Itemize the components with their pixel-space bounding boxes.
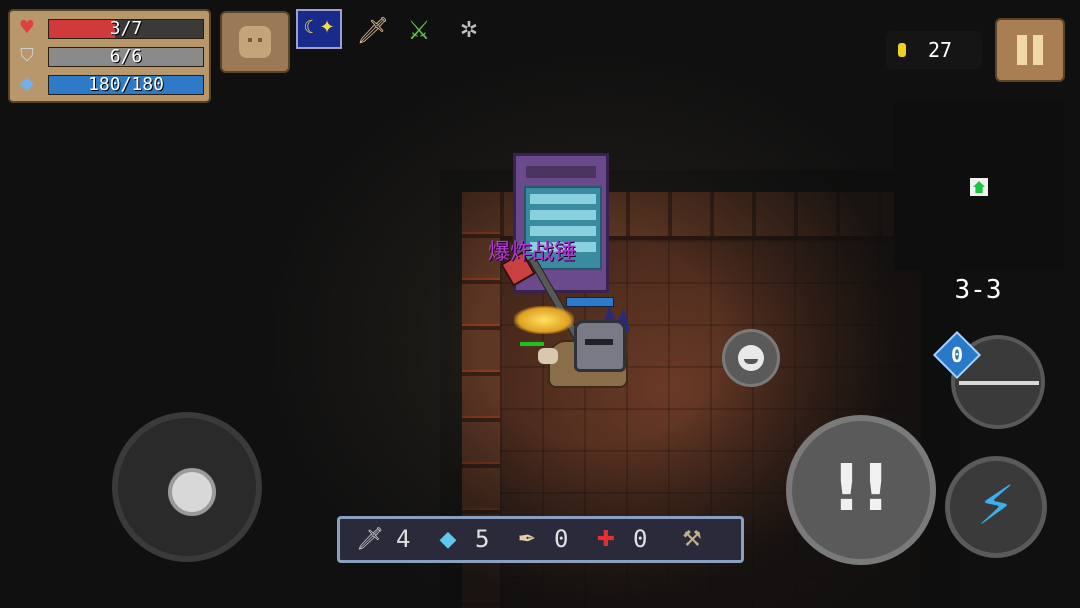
- inventory-count: 0: [633, 525, 648, 553]
- spider-buff-icon: ✲: [459, 18, 479, 43]
- stats-panel: ♥ 3/7 ⛉ 6/6 ◆ 180/180: [8, 9, 211, 103]
- health-bar: 3/7: [48, 19, 204, 39]
- energy-row: ◆ 180/180: [16, 73, 204, 95]
- coin-value: 27: [928, 38, 953, 62]
- armor-value: 6/6: [109, 46, 143, 67]
- attack-icon: !!: [831, 452, 891, 526]
- skill-button[interactable]: ⚡: [945, 456, 1047, 558]
- current-room-icon: [970, 178, 988, 196]
- night-buff-icon: ☾✦: [296, 9, 342, 49]
- pet-health-bar: [520, 342, 544, 346]
- arrow-icon: [959, 381, 1039, 385]
- smile-icon: [738, 345, 764, 371]
- armor-row: ⛉ 6/6: [16, 45, 204, 67]
- attack-button[interactable]: !!: [786, 415, 936, 565]
- explosion-effect: [514, 306, 574, 334]
- health-value: 3/7: [109, 18, 143, 39]
- coin-icon: [898, 43, 906, 57]
- weapon-name-label: 爆炸战锤: [488, 240, 577, 265]
- inventory-slot-sword: 🗡 4: [356, 519, 426, 560]
- character-face-icon: [239, 26, 271, 58]
- player-energy-bar: [566, 297, 614, 307]
- vending-coin-slot: [526, 166, 596, 178]
- inventory-count: 0: [554, 525, 569, 553]
- inventory-slot-feather: ✒ 0: [514, 519, 584, 560]
- feather-icon: ✒: [517, 527, 537, 552]
- inventory-slot-gem: ◆ 5: [435, 519, 505, 560]
- level-indicator: 3-3: [954, 275, 1002, 305]
- lightning-icon: ⚡: [977, 474, 1015, 537]
- shield-icon: ⛉: [20, 45, 34, 66]
- character-button[interactable]: [220, 11, 290, 73]
- minimap[interactable]: [894, 102, 1063, 270]
- axe-icon: ⚒: [682, 527, 702, 552]
- health-row: ♥ 3/7: [16, 17, 204, 39]
- diamond-icon: ◆: [20, 73, 34, 94]
- sword-icon: 🗡: [356, 527, 384, 552]
- pause-button[interactable]: [995, 18, 1065, 82]
- coin-counter: 27: [886, 31, 982, 69]
- emote-button[interactable]: [722, 329, 780, 387]
- energy-bar: 180/180: [48, 75, 204, 95]
- heart-icon: ♥: [18, 17, 36, 38]
- energy-value: 180/180: [88, 74, 164, 95]
- armor-bar: 6/6: [48, 47, 204, 67]
- inventory-slot-axe: ⚒: [672, 519, 732, 560]
- medkit-icon: ✚: [596, 527, 616, 552]
- sword-fist-buff-icon: 🗡: [356, 16, 390, 46]
- knight-player: [574, 320, 626, 372]
- diamond-icon: ◆: [439, 527, 457, 552]
- inventory-bar: 🗡 4 ◆ 5 ✒ 0 ✚ 0 ⚒: [337, 516, 744, 563]
- inventory-count: 4: [396, 525, 411, 553]
- energy-cost-value: 0: [950, 343, 964, 367]
- joystick-knob[interactable]: [168, 468, 216, 516]
- inventory-count: 5: [475, 525, 490, 553]
- green-swords-buff-icon: ⚔: [407, 16, 431, 46]
- movement-joystick[interactable]: [112, 412, 262, 562]
- inventory-slot-medkit: ✚ 0: [593, 519, 663, 560]
